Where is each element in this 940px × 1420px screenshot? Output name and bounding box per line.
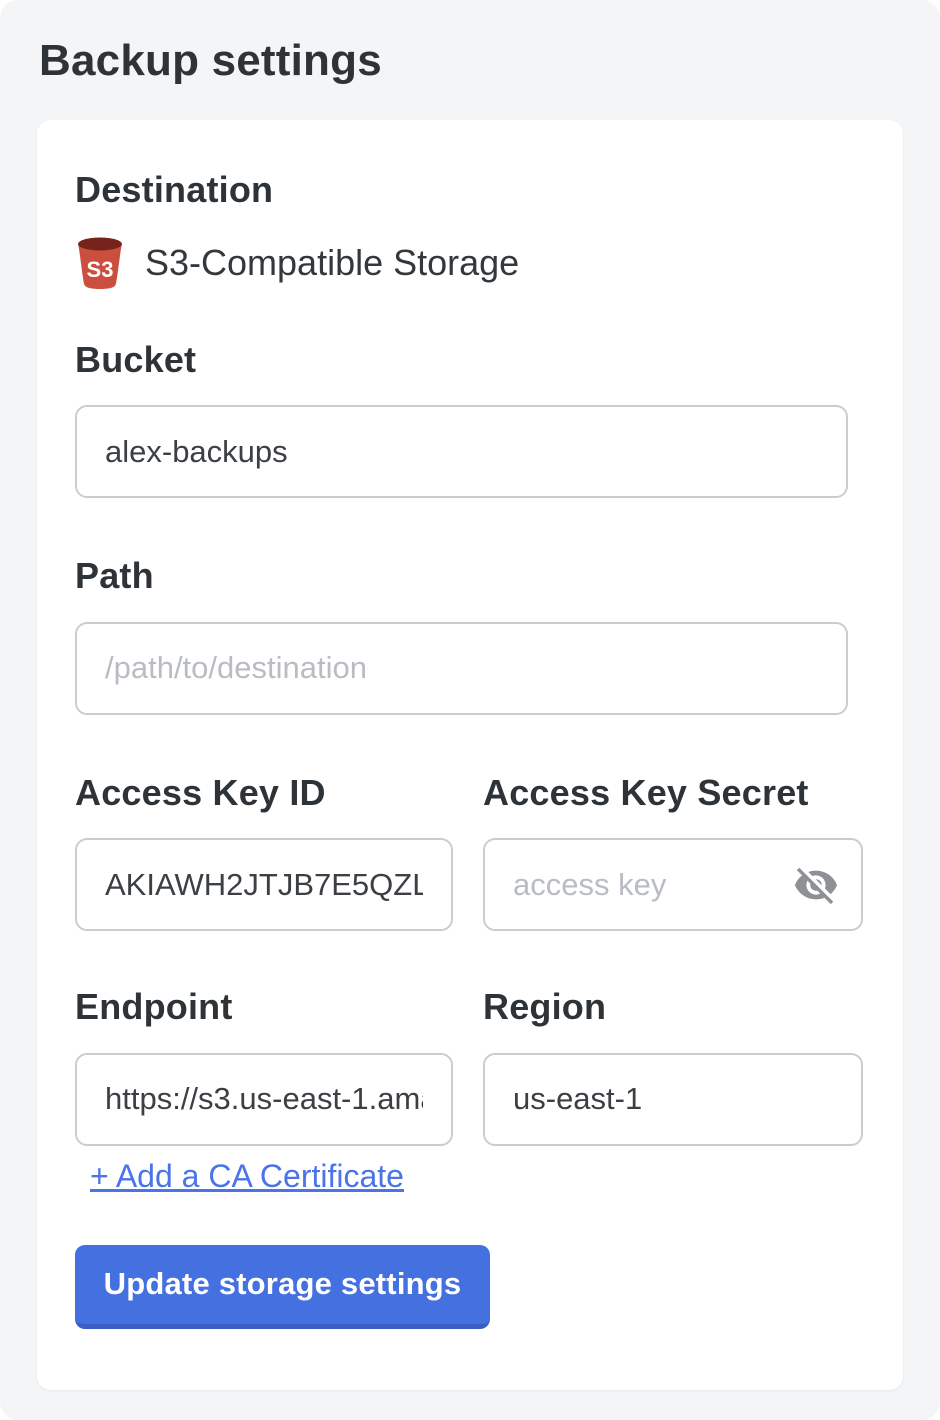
- endpoint-region-inputs-row: [75, 1053, 849, 1146]
- destination-label: Destination: [75, 170, 849, 210]
- update-storage-settings-button[interactable]: Update storage settings: [75, 1245, 490, 1329]
- endpoint-label: Endpoint: [75, 987, 453, 1027]
- path-label: Path: [75, 556, 849, 596]
- page-title: Backup settings: [39, 36, 903, 86]
- access-key-labels-row: Access Key ID Access Key Secret: [75, 773, 849, 839]
- access-key-secret-wrap: [483, 838, 863, 931]
- access-key-id-label: Access Key ID: [75, 773, 453, 813]
- add-ca-certificate-link[interactable]: + Add a CA Certificate: [90, 1158, 404, 1195]
- backup-settings-card: Destination S3 S3-Compatible Storage Buc…: [37, 120, 903, 1390]
- access-key-inputs-row: [75, 838, 849, 931]
- destination-value: S3-Compatible Storage: [145, 242, 519, 284]
- s3-bucket-icon: S3: [75, 237, 125, 289]
- endpoint-region-labels-row: Endpoint Region: [75, 987, 849, 1053]
- access-key-id-input[interactable]: [75, 838, 453, 931]
- backup-settings-page: Backup settings Destination S3 S3-Compat…: [0, 0, 940, 1420]
- destination-value-row: S3 S3-Compatible Storage: [75, 236, 849, 290]
- access-key-secret-label: Access Key Secret: [483, 773, 863, 813]
- path-input[interactable]: [75, 622, 848, 715]
- bucket-label: Bucket: [75, 340, 849, 380]
- region-label: Region: [483, 987, 863, 1027]
- svg-text:S3: S3: [87, 257, 114, 282]
- bucket-input[interactable]: [75, 405, 848, 498]
- eye-off-icon: [793, 862, 839, 908]
- toggle-secret-visibility-button[interactable]: [791, 860, 841, 910]
- region-input[interactable]: [483, 1053, 863, 1146]
- endpoint-input[interactable]: [75, 1053, 453, 1146]
